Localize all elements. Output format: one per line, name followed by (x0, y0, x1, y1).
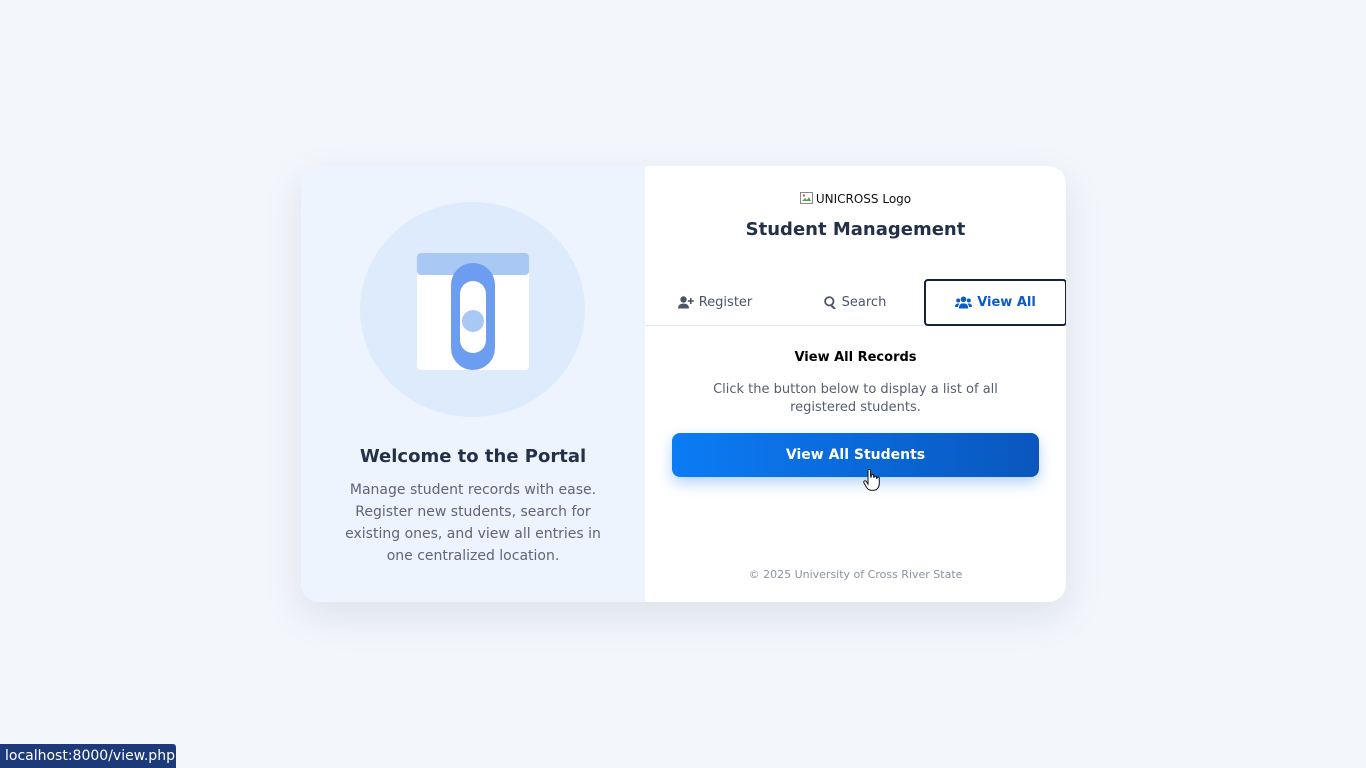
hand-pointer-cursor-icon (863, 469, 880, 491)
view-all-students-button[interactable]: View All Students (672, 433, 1039, 477)
search-icon (823, 295, 836, 309)
status-bar-url: localhost:8000/view.php (0, 744, 176, 768)
portal-card: Welcome to the Portal Manage student rec… (301, 166, 1066, 602)
welcome-panel: Welcome to the Portal Manage student rec… (301, 166, 645, 602)
tab-search[interactable]: Search (785, 279, 925, 325)
user-plus-icon (677, 295, 694, 308)
welcome-title: Welcome to the Portal (359, 446, 587, 467)
logo: UNICROSS Logo (645, 192, 1066, 206)
broken-image-icon (799, 192, 813, 204)
welcome-description: Manage student records with ease. Regist… (345, 482, 601, 564)
tab-view-all-label: View All (977, 295, 1036, 310)
users-icon (955, 296, 973, 309)
tab-view-all[interactable]: View All (924, 279, 1066, 326)
section-description: Click the button below to display a list… (713, 382, 998, 415)
section-title: View All Records (794, 350, 917, 365)
logo-alt-text: UNICROSS Logo (815, 192, 912, 206)
page-title: Student Management (745, 219, 966, 240)
tab-register[interactable]: Register (645, 279, 785, 325)
copyright-footer: © 2025 University of Cross River State (748, 568, 963, 581)
tab-bar: Register Search View All (645, 279, 1066, 326)
tab-search-label: Search (841, 294, 887, 310)
id-card-illustration-icon (417, 253, 529, 370)
tab-register-label: Register (698, 294, 753, 310)
management-panel: UNICROSS Logo Student Management Registe… (645, 166, 1066, 602)
